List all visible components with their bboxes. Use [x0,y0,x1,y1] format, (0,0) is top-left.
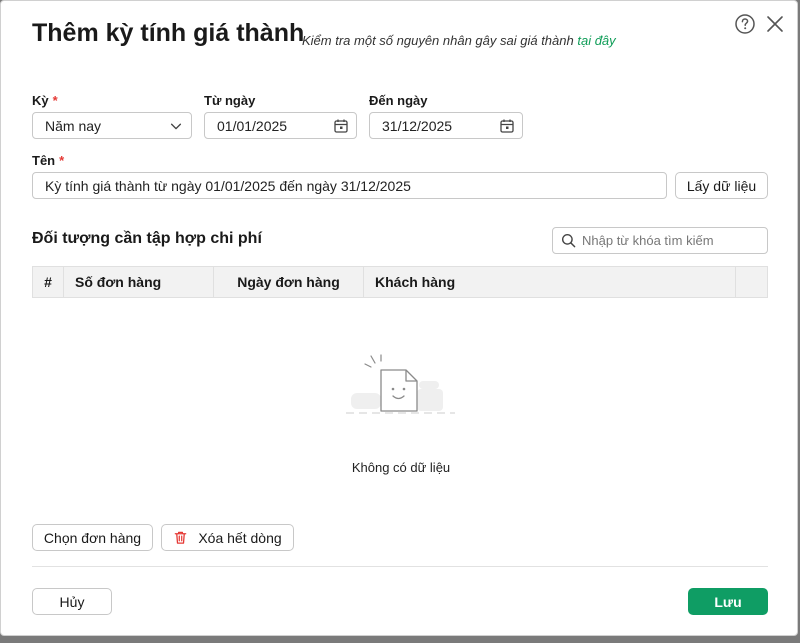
dialog-subtitle: Kiểm tra một số nguyên nhân gây sai giá … [302,33,616,48]
dialog-title: Thêm kỳ tính giá thành [32,19,305,47]
name-label: Tên * [32,153,65,168]
trash-icon [175,531,187,544]
from-date-label: Từ ngày [204,93,256,108]
subtitle-text: Kiểm tra một số nguyên nhân gây sai giá … [302,33,574,48]
empty-state-text: Không có dữ liệu [351,460,451,475]
column-header-order-number[interactable]: Số đơn hàng [64,267,214,297]
delete-all-rows-button[interactable]: Xóa hết dòng [161,524,294,551]
column-header-order-date[interactable]: Ngày đơn hàng [214,267,364,297]
cancel-button[interactable]: Hủy [32,588,112,615]
to-date-input[interactable]: 31/12/2025 [369,112,523,139]
footer-divider [32,566,768,567]
period-select[interactable]: Năm nay [32,112,192,139]
to-date-value: 31/12/2025 [382,117,453,134]
add-costing-period-dialog: Thêm kỳ tính giá thành Kiểm tra một số n… [0,0,798,636]
period-value: Năm nay [45,117,102,134]
from-date-value: 01/01/2025 [217,117,288,134]
to-date-label: Đến ngày [369,93,428,108]
delete-all-rows-label: Xóa hết dòng [198,529,282,546]
column-header-index: # [33,267,64,297]
close-icon[interactable] [766,15,784,33]
calendar-icon[interactable] [499,118,515,134]
name-value: Kỳ tính giá thành từ ngày 01/01/2025 đến… [45,177,411,194]
save-button[interactable]: Lưu [688,588,768,615]
empty-document-icon [346,354,455,414]
name-input[interactable]: Kỳ tính giá thành từ ngày 01/01/2025 đến… [32,172,667,199]
calendar-icon[interactable] [333,118,349,134]
search-box[interactable] [552,227,768,254]
period-label: Kỳ * [32,93,58,108]
fetch-data-button[interactable]: Lấy dữ liệu [675,172,768,199]
help-icon[interactable] [735,14,755,34]
subtitle-link[interactable]: tại đây [577,33,615,48]
required-mark: * [52,93,58,108]
choose-orders-button[interactable]: Chọn đơn hàng [32,524,153,551]
search-input[interactable] [582,233,762,248]
search-icon [561,233,576,248]
section-title: Đối tượng cần tập hợp chi phí [32,230,262,247]
required-mark: * [59,153,65,168]
from-date-input[interactable]: 01/01/2025 [204,112,357,139]
table-header: # Số đơn hàng Ngày đơn hàng Khách hàng [32,266,768,298]
column-header-settings [736,267,767,297]
column-header-customer[interactable]: Khách hàng [364,267,736,297]
chevron-down-icon [170,123,182,129]
